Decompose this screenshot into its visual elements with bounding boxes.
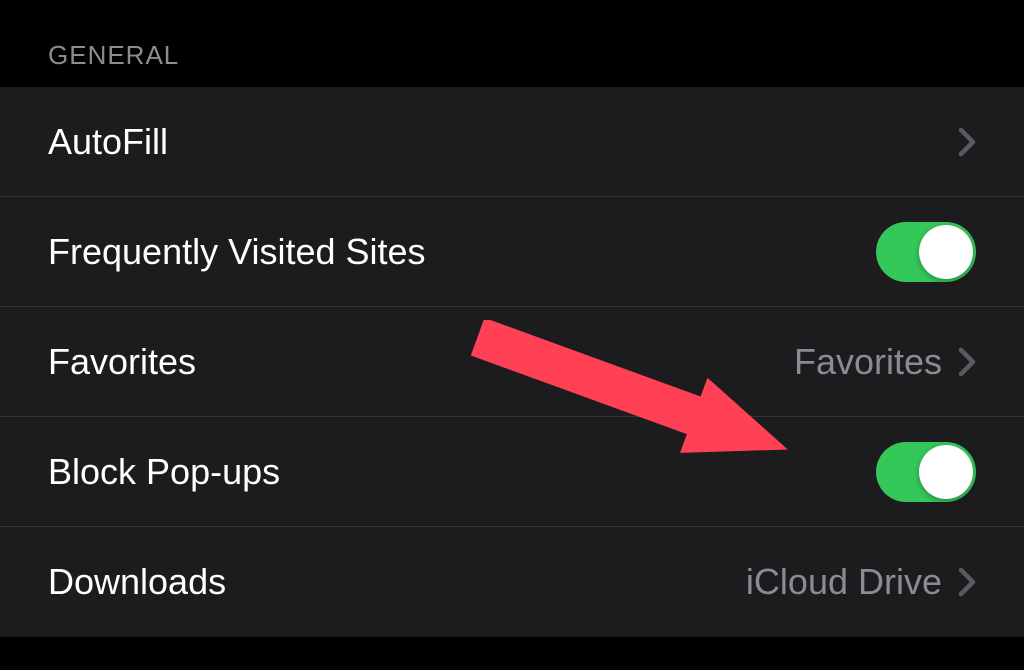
row-value-downloads: iCloud Drive xyxy=(746,561,942,603)
row-right xyxy=(958,127,976,157)
row-downloads[interactable]: Downloads iCloud Drive xyxy=(0,527,1024,637)
section-header-general: GENERAL xyxy=(0,0,1024,87)
chevron-right-icon xyxy=(958,567,976,597)
row-frequently-visited[interactable]: Frequently Visited Sites xyxy=(0,197,1024,307)
row-label-downloads: Downloads xyxy=(48,561,226,603)
toggle-frequently-visited[interactable] xyxy=(876,222,976,282)
toggle-knob xyxy=(919,225,973,279)
row-block-popups[interactable]: Block Pop-ups xyxy=(0,417,1024,527)
row-label-block-popups: Block Pop-ups xyxy=(48,451,280,493)
row-right xyxy=(876,442,976,502)
chevron-right-icon xyxy=(958,347,976,377)
settings-list: AutoFill Frequently Visited Sites Favori… xyxy=(0,87,1024,637)
row-value-favorites: Favorites xyxy=(794,341,942,383)
row-right: Favorites xyxy=(794,341,976,383)
row-label-frequently-visited: Frequently Visited Sites xyxy=(48,231,426,273)
row-label-favorites: Favorites xyxy=(48,341,196,383)
row-right xyxy=(876,222,976,282)
row-favorites[interactable]: Favorites Favorites xyxy=(0,307,1024,417)
toggle-knob xyxy=(919,445,973,499)
row-right: iCloud Drive xyxy=(746,561,976,603)
chevron-right-icon xyxy=(958,127,976,157)
row-label-autofill: AutoFill xyxy=(48,121,168,163)
toggle-block-popups[interactable] xyxy=(876,442,976,502)
row-autofill[interactable]: AutoFill xyxy=(0,87,1024,197)
